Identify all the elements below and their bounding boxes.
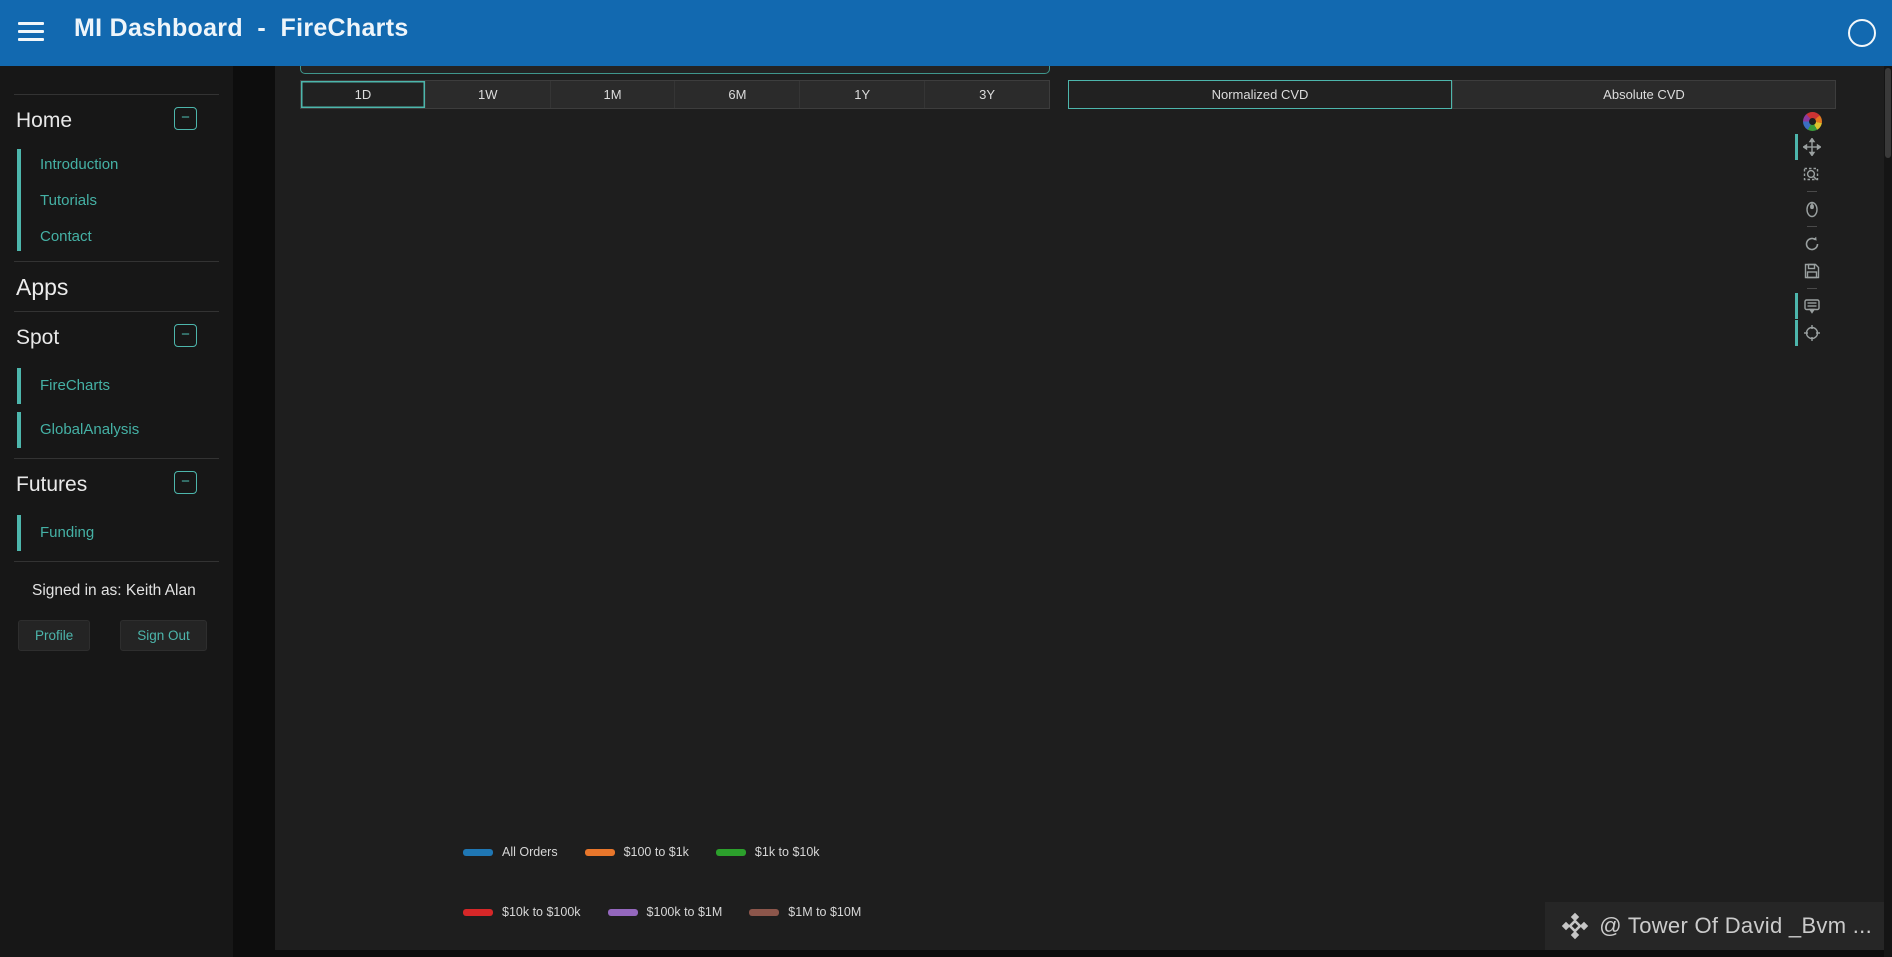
legend-item--100-to-1k[interactable]: $100 to $1k xyxy=(585,845,689,859)
sidebar-heading-futures: Futures xyxy=(16,473,87,497)
pan-tool-icon[interactable] xyxy=(1801,136,1823,158)
legend-label: $100 to $1k xyxy=(624,845,689,859)
bokeh-logo-icon[interactable] xyxy=(1803,112,1822,131)
time-range-1m-button[interactable]: 1M xyxy=(551,81,676,108)
hover-tool-icon[interactable] xyxy=(1801,295,1823,317)
save-tool-icon[interactable] xyxy=(1801,260,1823,282)
legend-swatch xyxy=(463,849,493,856)
legend-item--1k-to-10k[interactable]: $1k to $10k xyxy=(716,845,820,859)
legend-row-2: $10k to $100k $100k to $1M $1M to $10M xyxy=(463,905,861,919)
time-range-1y-button[interactable]: 1Y xyxy=(800,81,925,108)
sidebar: Home − IntroductionTutorialsContact Apps Spo… xyxy=(0,66,233,957)
user-circle-icon[interactable] xyxy=(1848,19,1876,47)
legend-item--10k-to-100k[interactable]: $10k to $100k xyxy=(463,905,581,919)
reset-tool-icon[interactable] xyxy=(1801,233,1823,255)
sidebar-heading-home: Home xyxy=(16,109,72,133)
legend-item--1m-to-10m[interactable]: $1M to $10M xyxy=(749,905,861,919)
time-range-group: 1D1W1M6M1Y3Y xyxy=(300,80,1050,109)
legend-row-1: All Orders $100 to $1k $1k to $10k xyxy=(463,845,820,859)
page-scrollbar[interactable] xyxy=(1884,66,1892,957)
main-content-panel xyxy=(275,66,1886,950)
hamburger-menu-icon[interactable] xyxy=(18,22,44,42)
header-bar: MI Dashboard - FireCharts xyxy=(0,0,1892,66)
time-range-3y-button[interactable]: 3Y xyxy=(925,81,1049,108)
legend-label: $1k to $10k xyxy=(755,845,820,859)
attribution-badge: @ Tower Of David _Bvm ... xyxy=(1545,902,1886,950)
profile-button[interactable]: Profile xyxy=(18,620,90,651)
sidebar-item-globalanalysis[interactable]: GlobalAnalysis xyxy=(0,408,233,452)
legend-label: $1M to $10M xyxy=(788,905,861,919)
scrolled-out-element xyxy=(300,66,1050,74)
legend-swatch xyxy=(608,909,638,916)
legend-swatch xyxy=(716,849,746,856)
sidebar-item-introduction[interactable]: Introduction xyxy=(0,147,233,183)
cvd-mode-normalized-cvd-button[interactable]: Normalized CVD xyxy=(1068,80,1452,109)
legend-label: $100k to $1M xyxy=(647,905,723,919)
collapse-spot-button[interactable]: − xyxy=(174,324,197,347)
sidebar-item-funding[interactable]: Funding xyxy=(0,511,233,555)
crosshair-tool-icon[interactable] xyxy=(1801,322,1823,344)
wheel-zoom-tool-icon[interactable] xyxy=(1801,198,1823,220)
legend-label: $10k to $100k xyxy=(502,905,581,919)
legend-item--100k-to-1m[interactable]: $100k to $1M xyxy=(608,905,723,919)
time-range-1d-button[interactable]: 1D xyxy=(301,81,426,108)
sidebar-item-contact[interactable]: Contact xyxy=(0,219,233,255)
sidebar-heading-spot: Spot xyxy=(16,326,59,350)
signed-in-text: Signed in as: Keith Alan xyxy=(0,562,233,600)
sidebar-item-tutorials[interactable]: Tutorials xyxy=(0,183,233,219)
box-zoom-tool-icon[interactable] xyxy=(1801,163,1823,185)
legend-label: All Orders xyxy=(502,845,558,859)
sign-out-button[interactable]: Sign Out xyxy=(120,620,207,651)
legend-swatch xyxy=(585,849,615,856)
collapse-futures-button[interactable]: − xyxy=(174,471,197,494)
sidebar-title-apps: Apps xyxy=(0,262,233,311)
cvd-mode-absolute-cvd-button[interactable]: Absolute CVD xyxy=(1452,80,1836,109)
scrollbar-thumb[interactable] xyxy=(1885,68,1891,158)
sidebar-item-firecharts[interactable]: FireCharts xyxy=(0,364,233,408)
legend-swatch xyxy=(749,909,779,916)
legend-item-all-orders[interactable]: All Orders xyxy=(463,845,558,859)
time-range-1w-button[interactable]: 1W xyxy=(426,81,551,108)
plot-toolbar xyxy=(1797,112,1827,344)
binance-diamond-icon xyxy=(1561,912,1589,940)
attribution-text: @ Tower Of David _Bvm ... xyxy=(1599,913,1872,939)
collapse-home-button[interactable]: − xyxy=(174,107,197,130)
app-title: MI Dashboard - FireCharts xyxy=(74,14,409,43)
time-range-6m-button[interactable]: 6M xyxy=(675,81,800,108)
legend-swatch xyxy=(463,909,493,916)
